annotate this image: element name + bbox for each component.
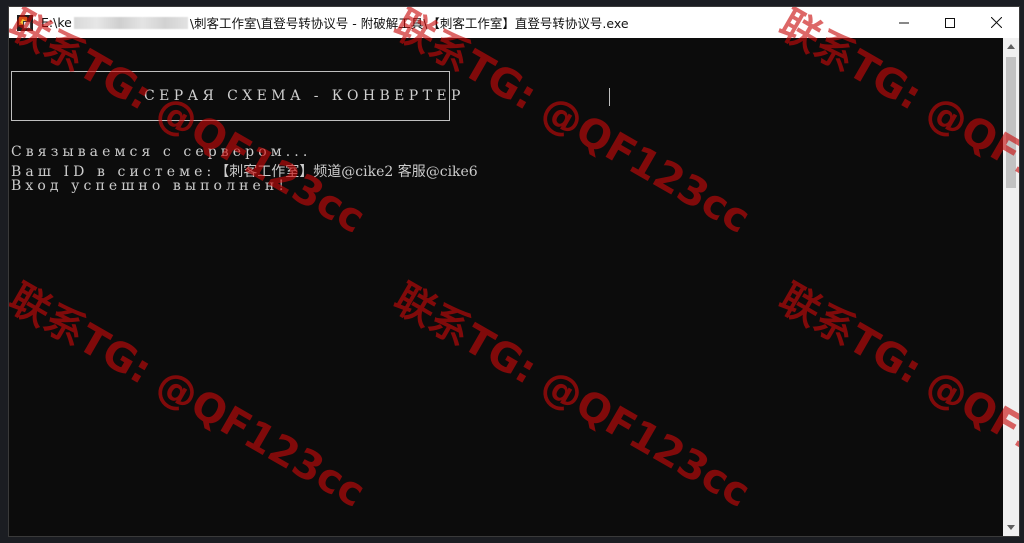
banner-title: СЕРАЯ СХЕМА - КОНВЕРТЕР <box>144 88 465 104</box>
maximize-icon <box>945 17 955 28</box>
window-controls <box>881 7 1019 38</box>
close-button[interactable] <box>973 7 1019 38</box>
minimize-button[interactable] <box>881 7 927 38</box>
redacted-path <box>73 16 188 29</box>
window-title-prefix: E:\ke <box>41 15 72 30</box>
banner-bottom-border <box>11 120 449 121</box>
close-icon <box>990 17 1002 28</box>
scrollbar-thumb[interactable] <box>1006 57 1016 188</box>
scroll-up-button[interactable] <box>1003 38 1019 55</box>
minimize-icon <box>899 22 909 23</box>
app-icon <box>17 14 33 31</box>
banner-top-border <box>11 71 449 72</box>
scroll-down-button[interactable] <box>1003 519 1019 536</box>
vertical-scrollbar[interactable] <box>1003 38 1019 536</box>
console-output[interactable]: СЕРАЯ СХЕМА - КОНВЕРТЕР Связываемся с се… <box>9 38 1003 536</box>
chevron-down-icon <box>1007 525 1015 530</box>
chevron-up-icon <box>1007 44 1015 49</box>
title-bar[interactable]: E:\ke \刺客工作室\直登号转协议号 - 附破解工具\【刺客工作室】直登号转… <box>9 7 1019 38</box>
log-line-connecting: Связываемся с сервером... <box>11 144 312 160</box>
maximize-button[interactable] <box>927 7 973 38</box>
window-title: E:\ke \刺客工作室\直登号转协议号 - 附破解工具\【刺客工作室】直登号转… <box>41 13 629 32</box>
window-title-suffix: \刺客工作室\直登号转协议号 - 附破解工具\【刺客工作室】直登号转协议号.ex… <box>189 16 629 31</box>
log-line-success: Вход успешно выполнен! <box>11 178 289 194</box>
banner-stray-bar <box>609 88 610 106</box>
banner-left-border <box>11 71 12 121</box>
console-window: E:\ke \刺客工作室\直登号转协议号 - 附破解工具\【刺客工作室】直登号转… <box>8 6 1020 537</box>
